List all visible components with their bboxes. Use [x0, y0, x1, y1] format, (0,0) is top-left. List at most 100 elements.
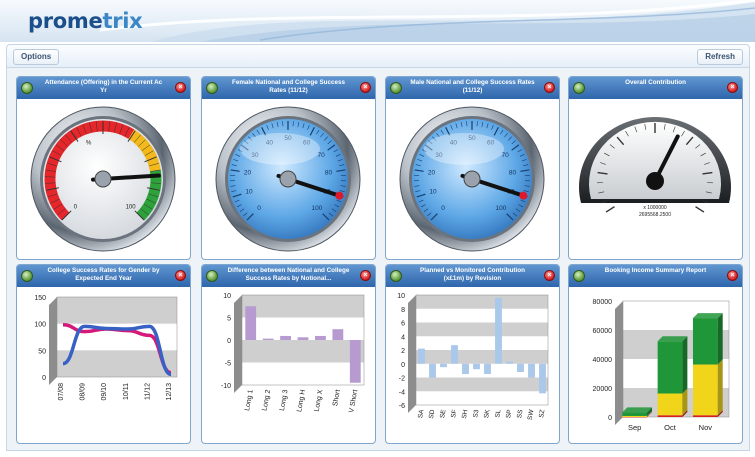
y-tick-label: 0 — [401, 362, 405, 369]
chart-band — [242, 340, 364, 363]
x-tick-label: Oct — [664, 423, 677, 432]
widget-header[interactable]: Attendance (Offering) in the Current Ac … — [17, 77, 190, 99]
y-tick-label: -5 — [225, 361, 231, 368]
close-icon[interactable]: × — [544, 270, 555, 281]
bar — [262, 338, 274, 340]
widget-settings-icon[interactable] — [206, 270, 218, 282]
bar-top — [622, 407, 653, 413]
y-tick-label: -10 — [221, 383, 231, 390]
chart-wall-side — [408, 295, 416, 413]
college-success-gender-chart: 0 50 100 150 07/08 08/09 09/10 10/11 11/12 12/13 — [17, 287, 190, 443]
header-banner: prometrix — [0, 0, 755, 42]
gauge-hub — [463, 170, 481, 188]
bar — [245, 306, 257, 340]
bar-segment — [622, 412, 648, 416]
gauge-label: 100 — [126, 205, 137, 211]
close-icon[interactable]: × — [360, 270, 371, 281]
gauge-tick — [605, 206, 615, 213]
bar — [440, 363, 447, 368]
y-tick-label: 8 — [401, 307, 405, 314]
y-tick-label: 0 — [227, 338, 231, 345]
refresh-button[interactable]: Refresh — [697, 49, 743, 65]
y-tick-label: -6 — [399, 403, 405, 410]
close-icon[interactable]: × — [727, 270, 738, 281]
y-tick-label: -4 — [399, 389, 405, 396]
x-tick-label: SE — [439, 408, 448, 418]
widget-planned-vs-monitored: Planned vs Monitored Contribution (x£1m)… — [385, 264, 560, 444]
widget-header[interactable]: College Success Rates for Gender by Expe… — [17, 265, 190, 287]
gauge-label: 20 — [244, 170, 252, 177]
widget-title: Booking Income Summary Report — [604, 267, 707, 274]
x-tick-label: SD — [428, 409, 437, 419]
widget-header[interactable]: Booking Income Summary Report × — [569, 265, 742, 287]
y-tick-label: 6 — [401, 321, 405, 328]
bar-segment-side — [717, 359, 723, 416]
bar — [297, 337, 309, 340]
overall-contribution-gauge: x 1000000 2695568.2500 — [569, 99, 742, 259]
widget-settings-icon[interactable] — [573, 82, 585, 94]
bar — [473, 363, 480, 370]
x-tick-label: Long 3 — [279, 389, 290, 411]
close-icon[interactable]: × — [360, 82, 371, 93]
x-tick-label: SH — [461, 409, 470, 419]
bar-segment-side — [717, 313, 723, 365]
widget-header[interactable]: Overall Contribution × — [569, 77, 742, 99]
bar — [495, 297, 502, 364]
widget-header[interactable]: Female National and College Success Rate… — [202, 77, 375, 99]
bar-segment — [692, 318, 718, 365]
widget-attendance: Attendance (Offering) in the Current Ac … — [16, 76, 191, 260]
y-tick-label: 0 — [608, 415, 612, 422]
bar — [539, 363, 546, 394]
widget-settings-icon[interactable] — [21, 82, 33, 94]
gauge-label: 10 — [429, 189, 437, 196]
close-icon[interactable]: × — [727, 82, 738, 93]
close-icon[interactable]: × — [175, 82, 186, 93]
x-tick-label: SP — [505, 409, 513, 419]
bar — [280, 335, 291, 340]
bar-segment — [692, 364, 718, 416]
bar — [506, 361, 513, 364]
close-icon[interactable]: × — [544, 82, 555, 93]
x-tick-label: SS — [516, 408, 525, 418]
widget-header[interactable]: Planned vs Monitored Contribution (x£1m)… — [386, 265, 559, 287]
x-tick-label: 07/08 — [58, 383, 65, 401]
planned-vs-monitored-chart: -6 -4 -2 0 2 4 6 8 10 SA SD SE SF SH S3 SK SL SP SS SW SZ — [386, 287, 559, 443]
gauge-label: 20 — [428, 170, 436, 177]
x-tick-label: 09/10 — [101, 383, 108, 401]
x-tick-label: SA — [417, 408, 426, 418]
widget-settings-icon[interactable] — [573, 270, 585, 282]
widget-booking-income: Booking Income Summary Report × 0 20000 40… — [568, 264, 743, 444]
female-success-gauge: 0102030405060708090100 — [202, 99, 375, 259]
x-tick-label: SZ — [538, 409, 546, 418]
bar-segment — [657, 415, 683, 417]
gauge-label: 0 — [257, 205, 261, 212]
x-tick-label: Sep — [628, 423, 641, 432]
options-button[interactable]: Options — [13, 49, 60, 65]
bar — [315, 335, 326, 340]
x-tick-label: SF — [450, 409, 458, 418]
x-tick-label: 12/13 — [166, 383, 173, 401]
bar-top — [657, 336, 688, 342]
gauge-hub — [94, 170, 112, 188]
widget-settings-icon[interactable] — [21, 270, 33, 282]
widget-settings-icon[interactable] — [206, 82, 218, 94]
attendance-gauge: 0% 100 — [17, 99, 190, 259]
widget-title: Attendance (Offering) in the Current Ac … — [44, 79, 163, 94]
chart-band — [242, 295, 364, 318]
bar-segment — [657, 341, 683, 394]
close-icon[interactable]: × — [175, 270, 186, 281]
bar — [429, 363, 436, 378]
bar — [517, 363, 524, 372]
y-tick-label: 4 — [401, 334, 405, 341]
gauge-value-text: 2695568.2500 — [639, 212, 671, 218]
chart-band — [416, 350, 548, 364]
x-tick-label: V Short — [348, 389, 359, 413]
widget-header[interactable]: Male National and College Success Rates … — [386, 77, 559, 99]
chart-band — [416, 377, 548, 392]
y-tick-label: -2 — [399, 376, 405, 383]
widget-header[interactable]: Difference between National and College … — [202, 265, 375, 287]
widget-settings-icon[interactable] — [390, 82, 402, 94]
gauge-scale-text: x 1000000 — [643, 205, 667, 211]
widget-settings-icon[interactable] — [390, 270, 402, 282]
gauge-label: 10 — [245, 189, 253, 196]
